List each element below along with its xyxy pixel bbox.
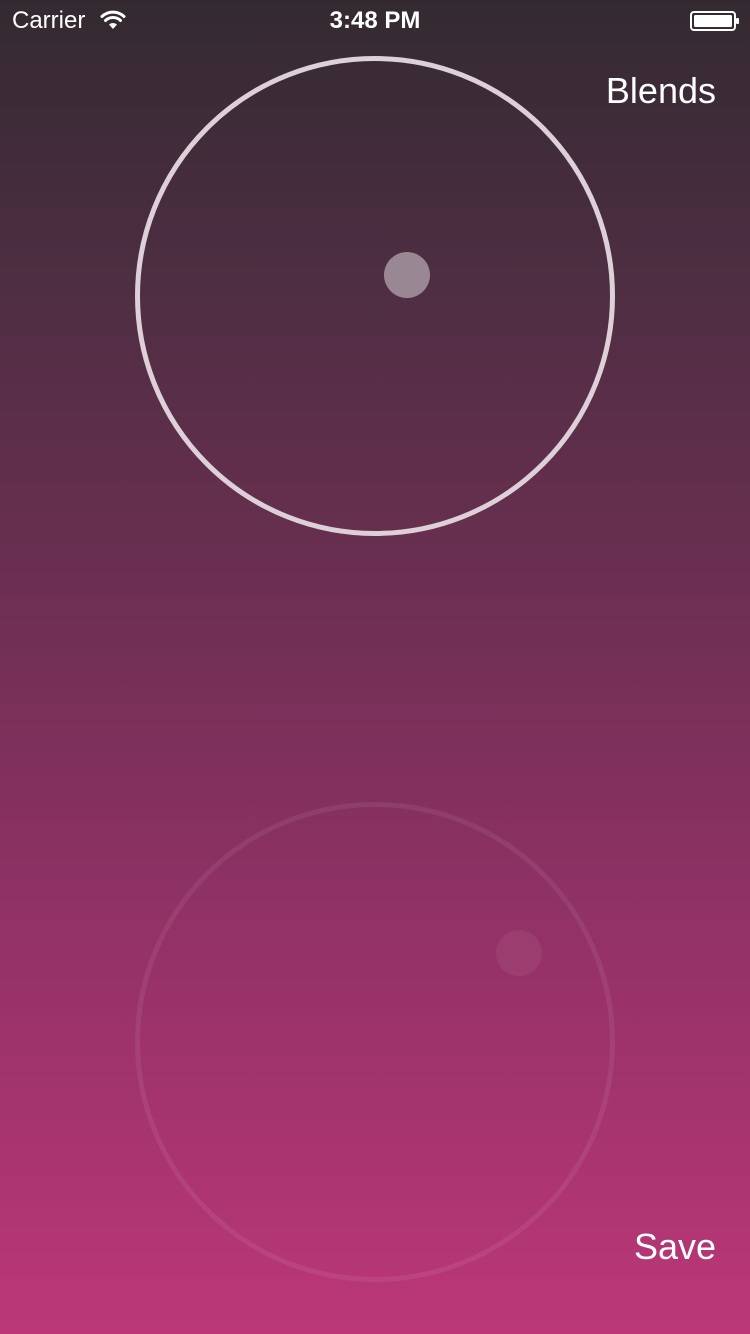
status-bar: Carrier 3:48 PM (0, 0, 750, 40)
status-time: 3:48 PM (329, 7, 421, 34)
bottom-blend-pad[interactable] (135, 802, 615, 1282)
bottom-pad-handle[interactable] (496, 930, 542, 976)
top-blend-pad[interactable] (135, 56, 615, 536)
battery-full-icon (690, 11, 739, 31)
blends-button[interactable]: Blends (606, 70, 716, 112)
save-button[interactable]: Save (634, 1226, 716, 1268)
app-screen: Carrier 3:48 PM Blends Save (0, 0, 750, 1334)
top-pad-handle[interactable] (384, 252, 430, 298)
